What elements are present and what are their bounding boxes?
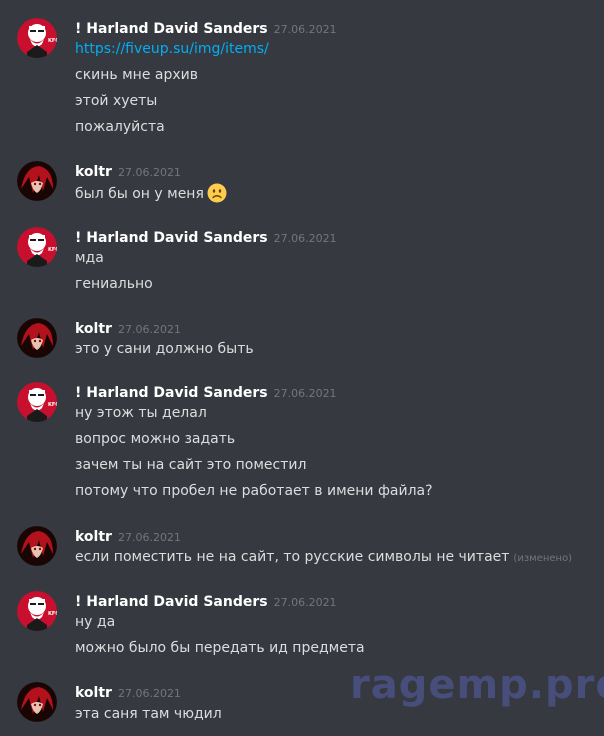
timestamp: 27.06.2021: [273, 387, 337, 400]
username[interactable]: ! Harland David Sanders: [75, 21, 268, 37]
timestamp: 27.06.2021: [117, 687, 181, 700]
username[interactable]: koltr: [75, 529, 112, 545]
message-body: если поместить не на сайт, то русские си…: [75, 549, 510, 565]
svg-text:KFC: KFC: [48, 611, 57, 617]
message-header: ! Harland David Sanders 27.06.2021: [75, 227, 337, 247]
slightly-frowning-face-emoji: [207, 183, 227, 203]
timestamp: 27.06.2021: [273, 596, 337, 609]
username[interactable]: koltr: [75, 164, 112, 180]
message-text: этой хуеты: [75, 93, 158, 109]
message-text: ну этож ты делал: [75, 405, 207, 421]
kfc-colonel-avatar-icon[interactable]: KFC: [17, 18, 57, 58]
message-text: гениально: [75, 276, 153, 292]
message-text: ну да: [75, 614, 116, 630]
timestamp: 27.06.2021: [273, 232, 337, 245]
red-anime-avatar-icon[interactable]: [17, 161, 57, 201]
message-header: koltr 27.06.2021: [75, 161, 181, 181]
watermark: ragemp.pro: [350, 662, 604, 708]
red-anime-avatar-icon[interactable]: [17, 682, 57, 722]
message-text: зачем ты на сайт это поместил: [75, 457, 307, 473]
message-header: ! Harland David Sanders 27.06.2021: [75, 591, 337, 611]
message-text: мда: [75, 250, 104, 266]
message-link[interactable]: https://fiveup.su/img/items/: [75, 41, 269, 57]
username[interactable]: ! Harland David Sanders: [75, 385, 268, 401]
svg-text:KFC: KFC: [48, 402, 57, 408]
message-text: если поместить не на сайт, то русские си…: [75, 547, 572, 569]
message-text: эта саня там чюдил: [75, 706, 222, 722]
message-body: был бы он у меня: [75, 186, 204, 202]
svg-text:KFC: KFC: [48, 247, 57, 253]
message-header: koltr 27.06.2021: [75, 682, 181, 702]
red-anime-avatar-icon[interactable]: [17, 318, 57, 358]
message-header: ! Harland David Sanders 27.06.2021: [75, 18, 337, 38]
username[interactable]: ! Harland David Sanders: [75, 594, 268, 610]
svg-text:KFC: KFC: [48, 38, 57, 44]
message-header: koltr 27.06.2021: [75, 318, 181, 338]
message-text: можно было бы передать ид предмета: [75, 640, 365, 656]
message-header: koltr 27.06.2021: [75, 526, 181, 546]
message-header: ! Harland David Sanders 27.06.2021: [75, 382, 337, 402]
edited-marker: (изменено): [513, 553, 573, 564]
kfc-colonel-avatar-icon[interactable]: KFC: [17, 382, 57, 422]
message-text: был бы он у меня: [75, 183, 227, 204]
message-text: это у сани должно быть: [75, 341, 254, 357]
red-anime-avatar-icon[interactable]: [17, 526, 57, 566]
message-text: пожалуйста: [75, 119, 165, 135]
message-text: потому что пробел не работает в имени фа…: [75, 483, 433, 499]
message-text: скинь мне архив: [75, 67, 198, 83]
timestamp: 27.06.2021: [117, 531, 181, 544]
message-text: https://fiveup.su/img/items/: [75, 39, 269, 59]
timestamp: 27.06.2021: [117, 166, 181, 179]
username[interactable]: koltr: [75, 685, 112, 701]
message-text: вопрос можно задать: [75, 431, 236, 447]
username[interactable]: koltr: [75, 321, 112, 337]
kfc-colonel-avatar-icon[interactable]: KFC: [17, 591, 57, 631]
timestamp: 27.06.2021: [117, 323, 181, 336]
username[interactable]: ! Harland David Sanders: [75, 230, 268, 246]
timestamp: 27.06.2021: [273, 23, 337, 36]
kfc-colonel-avatar-icon[interactable]: KFC: [17, 227, 57, 267]
